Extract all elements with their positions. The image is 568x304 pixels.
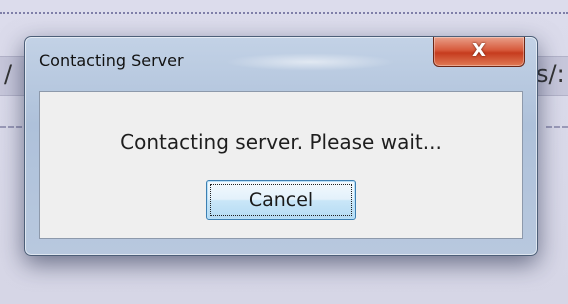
status-message: Contacting server. Please wait... [120, 130, 442, 154]
dialog-title: Contacting Server [39, 51, 184, 70]
background-dashed-line-left [0, 126, 22, 128]
background-dotted-line [0, 12, 568, 14]
background-dashed-line-right [546, 126, 568, 128]
titlebar-glass-highlight [225, 53, 395, 71]
background-text-right: s/: [536, 60, 565, 88]
cancel-button[interactable]: Cancel [206, 180, 356, 220]
close-icon: X [472, 40, 486, 61]
close-button[interactable]: X [433, 37, 525, 67]
background-text-left: / [4, 60, 13, 88]
dialog-content-panel: Contacting server. Please wait... Cancel [39, 91, 523, 239]
contacting-server-dialog: Contacting Server X Contacting server. P… [24, 36, 538, 256]
dialog-titlebar[interactable]: Contacting Server X [25, 37, 537, 81]
cancel-button-label: Cancel [248, 189, 314, 211]
